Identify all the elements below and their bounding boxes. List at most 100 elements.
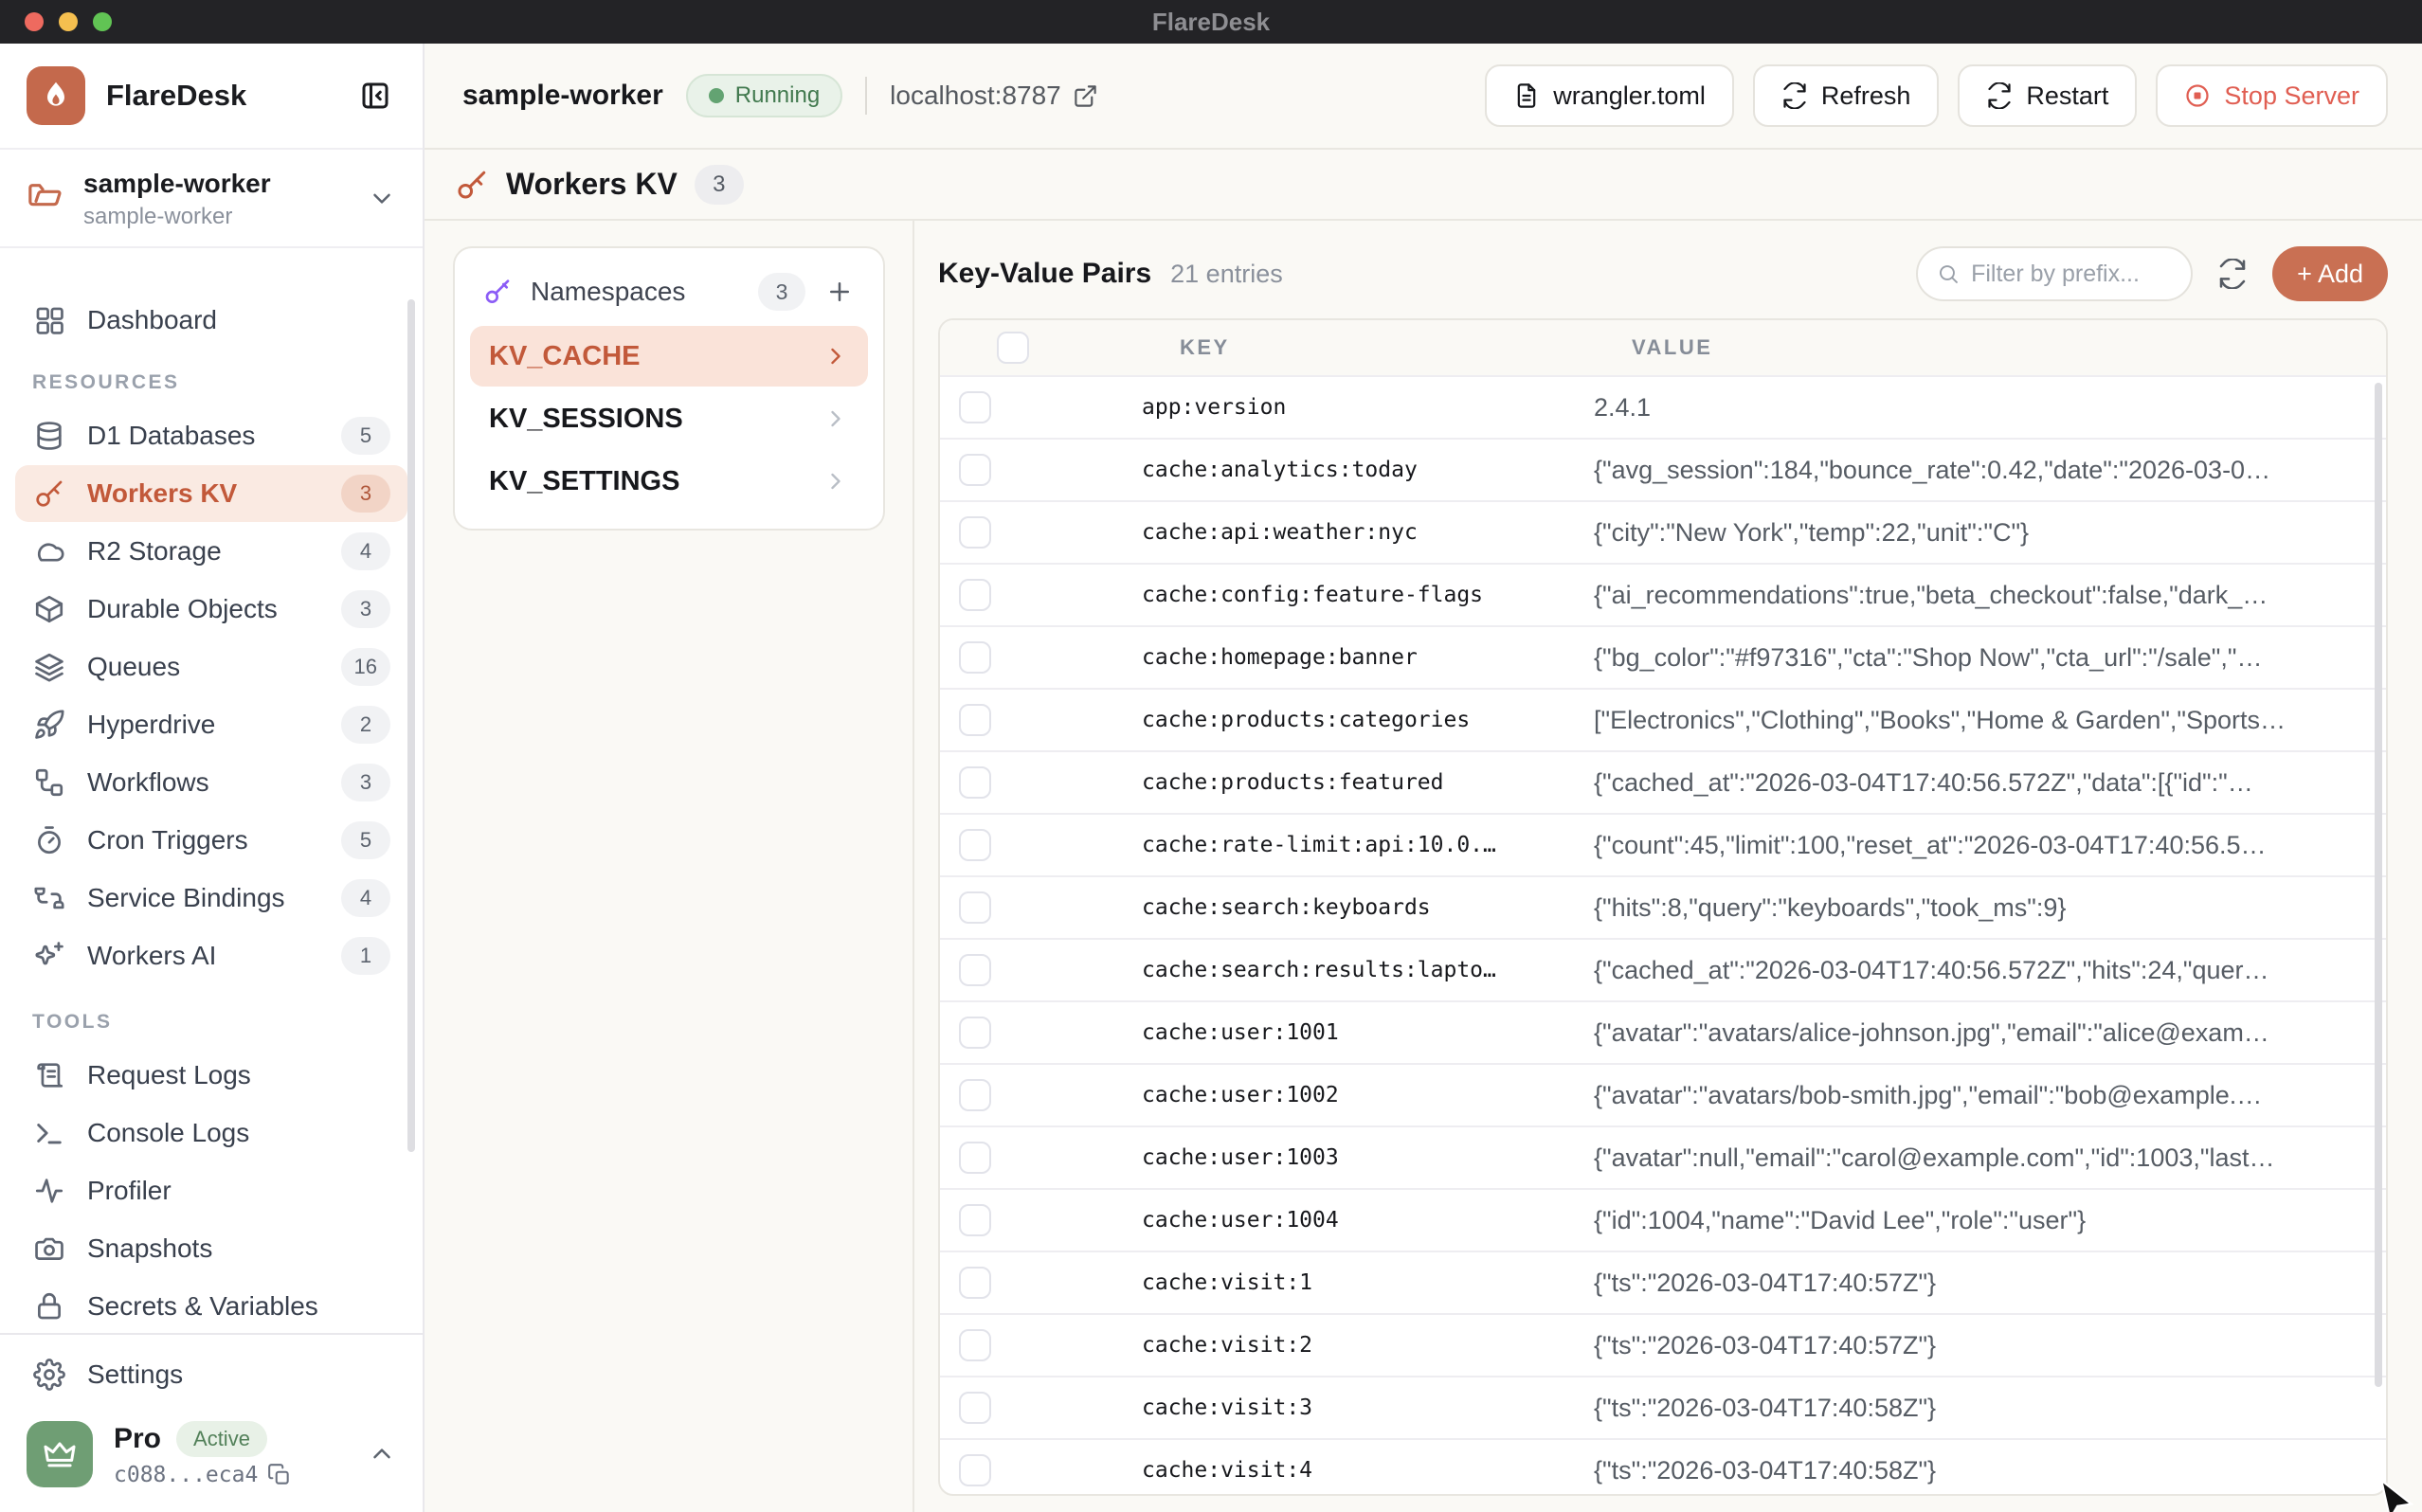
sidebar-item-workers-ai[interactable]: Workers AI 1 <box>15 927 407 984</box>
table-row[interactable]: app:version2.4.1 <box>940 377 2386 440</box>
stop-icon <box>2184 82 2211 109</box>
namespace-item-kv-sessions[interactable]: KV_SESSIONS <box>470 388 868 449</box>
table-row[interactable]: cache:visit:3{"ts":"2026-03-04T17:40:58Z… <box>940 1377 2386 1440</box>
stop-server-button[interactable]: Stop Server <box>2156 64 2388 127</box>
row-checkbox[interactable] <box>959 891 991 924</box>
table-row[interactable]: cache:analytics:today{"avg_session":184,… <box>940 440 2386 502</box>
sidebar-item-hyperdrive[interactable]: Hyperdrive 2 <box>15 696 407 753</box>
sidebar-scrollbar[interactable] <box>407 299 415 1152</box>
sidebar-item-workers-kv[interactable]: Workers KV 3 <box>15 465 407 522</box>
sidebar-item-secrets-variables[interactable]: Secrets & Variables <box>15 1278 407 1333</box>
chevron-down-icon <box>368 184 396 212</box>
row-checkbox[interactable] <box>959 1329 991 1361</box>
sidebar-item-console-logs[interactable]: Console Logs <box>15 1105 407 1161</box>
sidebar-item-workflows[interactable]: Workflows 3 <box>15 754 407 811</box>
select-all-checkbox[interactable] <box>997 332 1029 364</box>
table-row[interactable]: cache:api:weather:nyc{"city":"New York",… <box>940 502 2386 565</box>
sidebar-item-cron-triggers[interactable]: Cron Triggers 5 <box>15 812 407 869</box>
sidebar-collapse-icon[interactable] <box>354 75 396 117</box>
row-checkbox[interactable] <box>959 1454 991 1486</box>
table-row[interactable]: cache:config:feature-flags{"ai_recommend… <box>940 565 2386 627</box>
table-row[interactable]: cache:search:keyboards{"hits":8,"query":… <box>940 877 2386 940</box>
sidebar-item-dashboard[interactable]: Dashboard <box>15 292 407 349</box>
sidebar-item-service-bindings[interactable]: Service Bindings 4 <box>15 870 407 927</box>
copy-icon[interactable] <box>267 1463 292 1487</box>
kv-title: Key-Value Pairs <box>938 258 1151 290</box>
row-checkbox[interactable] <box>959 641 991 674</box>
table-row[interactable]: cache:rate-limit:api:10.0.…{"count":45,"… <box>940 815 2386 877</box>
wrangler-toml-button[interactable]: wrangler.toml <box>1485 64 1734 127</box>
add-entry-button[interactable]: + Add <box>2272 246 2388 301</box>
row-checkbox[interactable] <box>959 954 991 986</box>
activity-icon <box>32 1174 66 1208</box>
row-checkbox[interactable] <box>959 829 991 861</box>
sidebar-item-request-logs[interactable]: Request Logs <box>15 1047 407 1104</box>
count-badge: 3 <box>341 764 390 801</box>
plan-id: c088...eca4 <box>114 1463 258 1487</box>
table-row[interactable]: cache:visit:1{"ts":"2026-03-04T17:40:57Z… <box>940 1252 2386 1315</box>
row-checkbox[interactable] <box>959 766 991 799</box>
main-header: sample-worker Running localhost:8787 wra… <box>425 44 2422 150</box>
table-row[interactable]: cache:user:1001{"avatar":"avatars/alice-… <box>940 1002 2386 1065</box>
lock-icon <box>32 1289 66 1323</box>
search-icon <box>1937 261 1960 287</box>
sidebar-item-queues[interactable]: Queues 16 <box>15 639 407 695</box>
table-row[interactable]: cache:visit:2{"ts":"2026-03-04T17:40:57Z… <box>940 1315 2386 1377</box>
add-namespace-button[interactable] <box>819 271 860 313</box>
row-checkbox[interactable] <box>959 391 991 423</box>
table-scrollbar[interactable] <box>2375 383 2382 1387</box>
row-checkbox[interactable] <box>959 454 991 486</box>
sidebar-item-d1-databases[interactable]: D1 Databases 5 <box>15 407 407 464</box>
sidebar-footer: Settings Pro Active c088...eca4 <box>0 1333 423 1512</box>
refresh-button[interactable]: Refresh <box>1753 64 1940 127</box>
sidebar-item-durable-objects[interactable]: Durable Objects 3 <box>15 581 407 638</box>
workflow-icon <box>32 765 66 800</box>
refresh-entries-button[interactable] <box>2212 253 2253 295</box>
table-row[interactable]: cache:products:featured{"cached_at":"202… <box>940 752 2386 815</box>
row-checkbox[interactable] <box>959 1204 991 1236</box>
sidebar-item-settings[interactable]: Settings <box>15 1346 407 1403</box>
table-row[interactable]: cache:user:1004{"id":1004,"name":"David … <box>940 1190 2386 1252</box>
project-selector[interactable]: sample-worker sample-worker <box>0 150 423 249</box>
table-row[interactable]: cache:search:results:lapto…{"cached_at":… <box>940 940 2386 1002</box>
plus-icon <box>825 278 854 306</box>
page-bar: Workers KV 3 <box>425 150 2422 221</box>
count-badge: 3 <box>341 590 390 628</box>
chevron-up-icon <box>368 1440 396 1468</box>
table-header-row: KEY VALUE <box>940 320 2386 377</box>
plan-name: Pro <box>114 1423 161 1455</box>
row-checkbox[interactable] <box>959 1392 991 1424</box>
sidebar-item-label: Dashboard <box>87 305 390 335</box>
row-checkbox[interactable] <box>959 579 991 611</box>
zoom-window-button[interactable] <box>93 12 112 31</box>
sidebar-item-r2-storage[interactable]: R2 Storage 4 <box>15 523 407 580</box>
row-checkbox[interactable] <box>959 516 991 549</box>
plan-selector[interactable]: Pro Active c088...eca4 <box>15 1404 407 1512</box>
app-window: FlareDesk FlareDesk sample-worker sam <box>0 0 2422 1512</box>
namespace-item-kv-settings[interactable]: KV_SETTINGS <box>470 451 868 512</box>
row-checkbox[interactable] <box>959 704 991 736</box>
row-checkbox[interactable] <box>959 1142 991 1174</box>
restart-button[interactable]: Restart <box>1958 64 2137 127</box>
filter-input[interactable] <box>1971 261 2172 288</box>
minimize-window-button[interactable] <box>59 12 78 31</box>
sidebar-item-profiler[interactable]: Profiler <box>15 1162 407 1219</box>
window-title: FlareDesk <box>1152 8 1270 37</box>
table-row[interactable]: cache:products:categories["Electronics",… <box>940 690 2386 752</box>
table-row[interactable]: cache:homepage:banner{"bg_color":"#f9731… <box>940 627 2386 690</box>
table-row[interactable]: cache:user:1003{"avatar":null,"email":"c… <box>940 1127 2386 1190</box>
close-window-button[interactable] <box>25 12 44 31</box>
refresh-icon <box>1781 82 1808 109</box>
table-row[interactable]: cache:user:1002{"avatar":"avatars/bob-sm… <box>940 1065 2386 1127</box>
project-name: sample-worker <box>83 167 368 200</box>
host-link[interactable]: localhost:8787 <box>890 81 1098 111</box>
database-icon <box>32 419 66 453</box>
row-checkbox[interactable] <box>959 1079 991 1111</box>
namespace-item-kv-cache[interactable]: KV_CACHE <box>470 326 868 387</box>
sidebar-item-snapshots[interactable]: Snapshots <box>15 1220 407 1277</box>
table-row[interactable]: cache:visit:4{"ts":"2026-03-04T17:40:58Z… <box>940 1440 2386 1496</box>
row-checkbox[interactable] <box>959 1017 991 1049</box>
row-checkbox[interactable] <box>959 1267 991 1299</box>
file-icon <box>1513 82 1540 109</box>
plan-status-badge: Active <box>176 1421 267 1457</box>
